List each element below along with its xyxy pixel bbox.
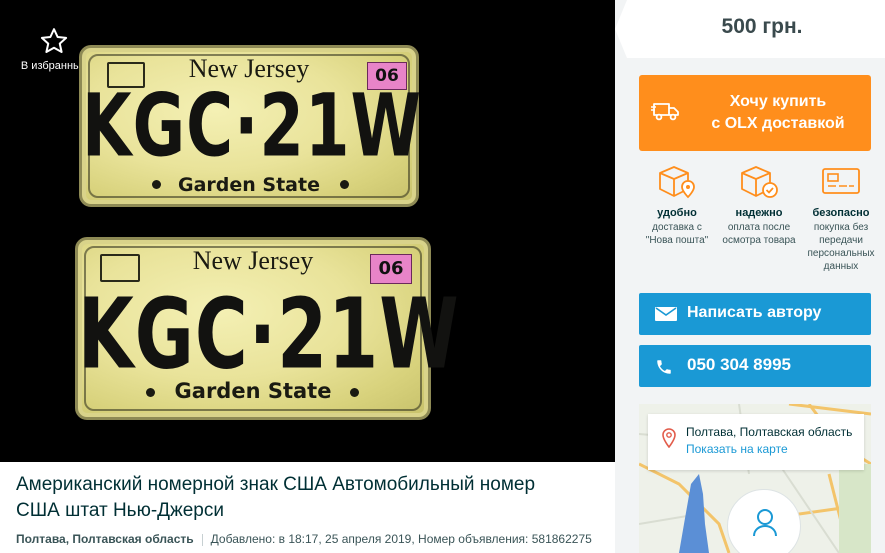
feature-title: безопасно xyxy=(812,207,870,219)
box-location-icon xyxy=(659,166,695,199)
feature-title: надежно xyxy=(735,207,783,219)
ad-meta: Полтава, Полтавская область Добавлено: в … xyxy=(16,532,592,546)
plate-hole xyxy=(350,388,359,397)
card-icon xyxy=(822,168,860,194)
user-icon xyxy=(753,509,777,537)
write-author-button[interactable]: Написать автору xyxy=(639,293,871,335)
box-check-icon xyxy=(741,166,778,198)
seller-avatar[interactable] xyxy=(727,489,801,553)
map-city: Полтава, Полтавская область xyxy=(686,425,853,439)
plate-number: KGC·21W xyxy=(78,277,460,391)
location-map[interactable]: Полтава, Полтавская область Показать на … xyxy=(639,404,871,553)
buy-button-label: Хочу купить с OLX доставкой xyxy=(689,91,867,135)
truck-icon xyxy=(651,103,679,121)
price-box: 500 грн. xyxy=(615,0,885,58)
price: 500 грн. xyxy=(721,15,803,38)
ad-title: Американский номерной знак США Автомобил… xyxy=(16,474,536,521)
star-outline-icon xyxy=(40,28,68,53)
olx-delivery-buy-button[interactable]: Хочу купить с OLX доставкой xyxy=(639,75,871,151)
buy-button-line1: Хочу купить xyxy=(729,93,827,110)
map-location-card: Полтава, Полтавская область Показать на … xyxy=(648,414,864,470)
write-author-label: Написать автору xyxy=(687,304,822,321)
feature-title: удобно xyxy=(657,207,697,219)
phone-icon xyxy=(657,360,671,374)
feature-convenient: удобно доставка с "Нова пошта" xyxy=(639,163,715,247)
phone-number: 050 304 8995 xyxy=(687,355,791,374)
show-phone-button[interactable]: 050 304 8995 xyxy=(639,345,871,387)
plate-hole xyxy=(152,180,161,189)
ad-number: Номер объявления: 581862275 xyxy=(418,532,592,546)
map-pin-icon xyxy=(662,428,676,448)
buy-button-line2: с OLX доставкой xyxy=(711,115,845,132)
plate-hole xyxy=(146,388,155,397)
license-plate-bottom: New Jersey 06 KGC·21W Garden State xyxy=(75,237,460,420)
feature-desc: оплата после осмотра товара xyxy=(722,222,796,246)
plate-number: KGC·21W xyxy=(82,77,423,177)
delivery-features: удобно доставка с "Нова пошта" надежно о… xyxy=(639,163,879,283)
ad-header: Американский номерной знак США Автомобил… xyxy=(0,462,615,553)
feature-safe: безопасно покупка без передачи персональ… xyxy=(803,163,879,273)
ad-added-date: Добавлено: в 18:17, 25 апреля 2019 xyxy=(210,532,412,546)
feature-desc: покупка без передачи персональных данных xyxy=(807,222,875,272)
ad-location[interactable]: Полтава, Полтавская область xyxy=(16,532,194,546)
envelope-icon xyxy=(655,307,677,321)
ad-photo[interactable]: В избранные New Jersey 06 KGC·21W Garden… xyxy=(0,0,615,462)
show-on-map-link[interactable]: Показать на карте xyxy=(686,442,788,456)
meta-divider xyxy=(201,533,203,546)
ad-page: В избранные New Jersey 06 KGC·21W Garden… xyxy=(0,0,885,553)
plate-hole xyxy=(340,180,349,189)
plate-motto: Garden State xyxy=(178,174,320,196)
feature-reliable: надежно оплата после осмотра товара xyxy=(721,163,797,247)
license-plate-top: New Jersey 06 KGC·21W Garden State xyxy=(79,45,423,207)
feature-desc: доставка с "Нова пошта" xyxy=(645,222,709,246)
plate-motto: Garden State xyxy=(174,379,332,403)
